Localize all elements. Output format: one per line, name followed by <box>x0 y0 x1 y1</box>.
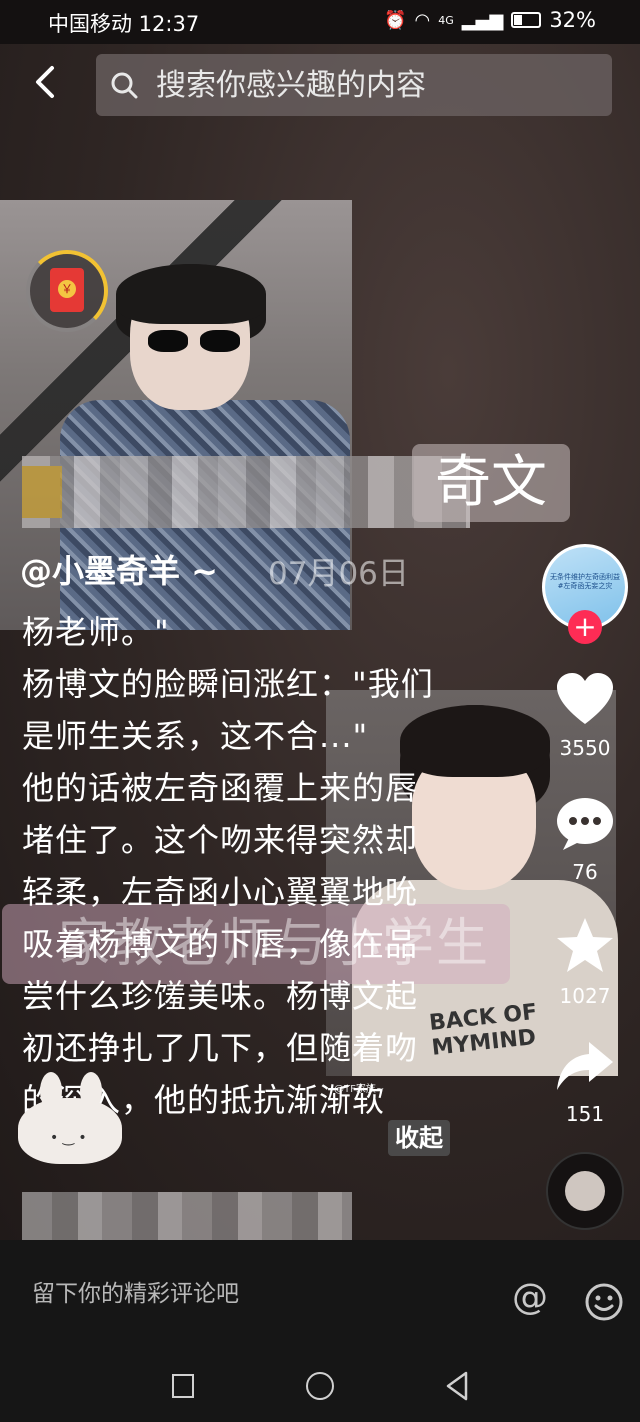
back-triangle-icon[interactable] <box>444 1370 470 1402</box>
post-date: 07月06日 <box>268 556 409 592</box>
bunny-face: • ‿ • <box>50 1130 87 1146</box>
star-icon <box>557 918 613 972</box>
music-disc[interactable] <box>546 1152 624 1230</box>
body-line: 堵住了。这个吻来得突然却 <box>22 821 419 859</box>
body-line: 他的话被左奇函覆上来的唇 <box>22 769 419 807</box>
at-mention-icon[interactable]: @ <box>512 1278 548 1318</box>
heart-icon <box>557 673 613 724</box>
chevron-left-icon <box>36 66 54 98</box>
photo1-sunglasses <box>148 330 240 354</box>
tag-qiwen: 奇文 <box>412 444 570 522</box>
follow-button[interactable]: + <box>568 610 602 644</box>
back-button[interactable] <box>30 62 70 110</box>
photo1-fringe <box>116 264 266 324</box>
redpacket-icon[interactable] <box>50 268 84 312</box>
status-right: ⏰ ◠ 4G ▂▄▆ 32% <box>384 8 596 32</box>
search-icon <box>111 72 138 99</box>
collapse-button[interactable]: 收起 <box>388 1120 450 1156</box>
comment-input[interactable] <box>30 1280 334 1308</box>
author-name[interactable]: @小墨奇羊 ~ <box>20 546 218 592</box>
body-line: 吸着杨博文的下唇，像在品 <box>22 925 419 963</box>
search-input[interactable] <box>154 66 588 104</box>
body-line: 是师生关系，这不合..." <box>22 717 369 755</box>
network-type: 4G <box>438 13 454 27</box>
comment-icon <box>557 798 613 850</box>
pixelated-text-row <box>22 456 470 528</box>
status-bar: 中国移动 12:37 ⏰ ◠ 4G ▂▄▆ 32% <box>0 0 640 44</box>
wifi-icon: ◠ <box>414 9 431 31</box>
search-bar[interactable] <box>96 54 612 116</box>
emoji-icon[interactable] <box>584 1282 624 1322</box>
carrier-time: 中国移动 12:37 <box>48 12 200 36</box>
like-button[interactable]: 3550 <box>552 672 618 760</box>
share-button[interactable]: 151 <box>552 1040 618 1126</box>
home-button[interactable] <box>306 1372 334 1400</box>
music-disc-cover <box>565 1171 605 1211</box>
body-line: 尝什么珍馐美味。杨博文起 <box>22 977 419 1015</box>
body-line: 轻柔，左奇函小心翼翼地吮 <box>22 873 419 911</box>
recent-apps-button[interactable] <box>172 1374 194 1398</box>
pixelated-gold-block <box>22 466 62 518</box>
favorite-button[interactable]: 1027 <box>552 916 618 1008</box>
favorite-count: 1027 <box>559 984 611 1008</box>
share-count: 151 <box>565 1102 605 1126</box>
body-line: 杨老师。" <box>22 613 170 651</box>
body-line: 初还挣扎了几下，但随着吻 <box>22 1029 419 1067</box>
comment-count: 76 <box>572 860 598 884</box>
body-line: 杨博文的脸瞬间涨红："我们 <box>22 665 434 703</box>
battery-icon <box>511 12 542 28</box>
comment-button[interactable]: 76 <box>552 796 618 884</box>
signal-icon: ▂▄▆ <box>461 9 504 31</box>
post-body[interactable]: 杨老师。" 杨博文的脸瞬间涨红："我们 是师生关系，这不合..." 他的话被左奇… <box>22 606 452 1126</box>
avatar-text: 无条件维护左奇函利益 #左奇函无妄之灾 <box>550 573 620 590</box>
like-count: 3550 <box>559 736 611 760</box>
alarm-icon: ⏰ <box>384 9 407 31</box>
share-icon <box>557 1042 613 1090</box>
battery-percent: 32% <box>549 8 596 32</box>
pixelated-text-row-2 <box>22 1192 352 1240</box>
